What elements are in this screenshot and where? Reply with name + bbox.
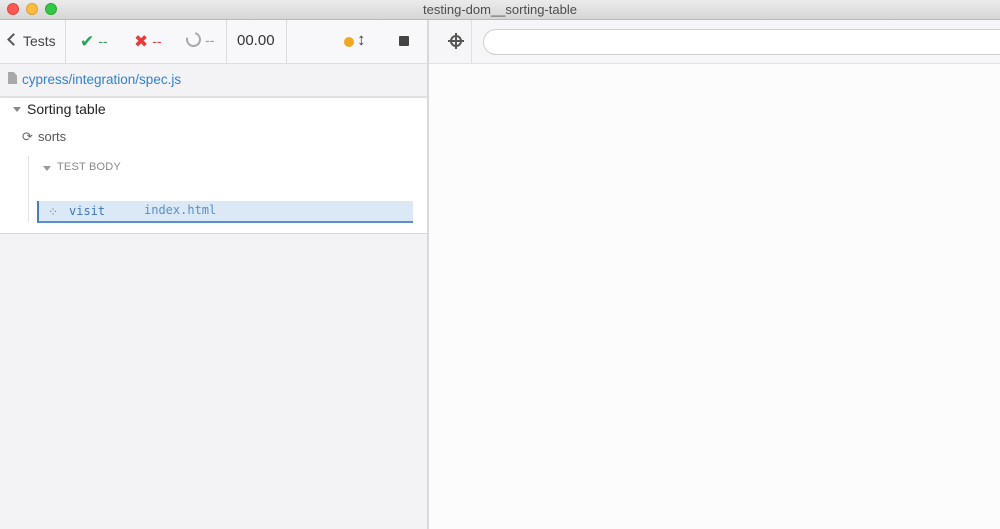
failed-count: ✖ -- [134,32,162,52]
duration-display: 00.00 [227,20,287,63]
aut-header [429,20,1000,64]
passed-count: ✔ -- [80,32,108,52]
command-row[interactable]: ⁘ visit index.html [37,201,413,223]
run-controls: ↕ [287,20,428,63]
passed-count-value: -- [98,33,108,49]
reporter-panel: Tests ✔ -- ✖ -- -- 00.00 ↕ cypress/integra… [0,20,428,529]
x-icon: ✖ [134,32,149,51]
failed-count-value: -- [152,33,162,49]
file-icon [8,72,17,84]
spinner-icon: ⁘ [48,205,59,219]
command-guide-line [28,156,29,222]
scroll-toggle-icon[interactable]: ↕ [357,30,366,50]
caret-down-icon[interactable] [43,166,51,171]
test-body-label[interactable]: TEST BODY [57,161,121,173]
stats-header: Tests ✔ -- ✖ -- -- 00.00 ↕ [0,20,428,64]
runnables-list: Sorting table ⟳ sorts TEST BODY ⁘ visit … [0,98,428,234]
tests-button-label: Tests [23,33,56,49]
running-dot-icon [344,37,354,47]
tests-button[interactable]: Tests [0,20,66,63]
check-icon: ✔ [80,32,95,51]
window-titlebar: testing-dom__sorting-table [0,0,1000,20]
selector-playground-icon[interactable] [448,33,464,49]
test-counts: ✔ -- ✖ -- -- [66,20,227,63]
url-input[interactable] [483,29,1000,55]
pending-count: -- [183,29,215,50]
stop-icon[interactable] [399,36,409,46]
pending-ring-icon [183,29,204,50]
test-title[interactable]: sorts [38,129,66,144]
command-message: index.html [144,203,217,217]
retry-icon: ⟳ [22,129,33,144]
spec-file-link[interactable]: cypress/integration/spec.js [22,72,181,87]
app-under-test-panel [429,20,1000,529]
chevron-left-icon [7,33,20,46]
header-divider [471,20,472,63]
pending-count-value: -- [205,32,215,48]
duration-value: 00.00 [237,32,275,49]
suite-title[interactable]: Sorting table [27,101,106,117]
spec-file-bar: cypress/integration/spec.js [0,64,428,97]
window-title: testing-dom__sorting-table [423,2,577,17]
command-name: visit [69,204,106,218]
caret-down-icon[interactable] [13,107,21,112]
